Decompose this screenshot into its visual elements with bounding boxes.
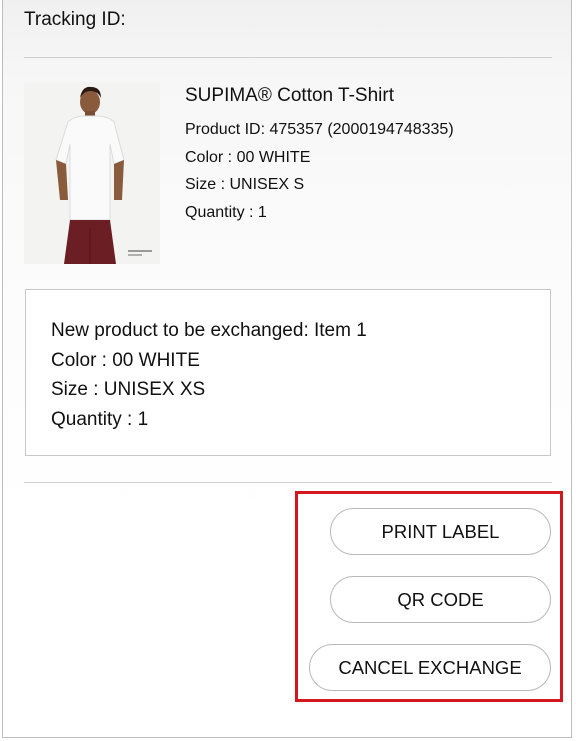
product-image xyxy=(24,82,160,264)
product-details: SUPIMA® Cotton T-Shirt Product ID: 47535… xyxy=(185,85,454,226)
product-id: Product ID: 475357 (2000194748335) xyxy=(185,121,454,138)
product-name: SUPIMA® Cotton T-Shirt xyxy=(185,85,394,106)
divider xyxy=(24,57,552,58)
exchange-product-box: New product to be exchanged: Item 1 Colo… xyxy=(25,289,551,456)
product-size: Size : UNISEX S xyxy=(185,176,305,193)
exchange-quantity: Quantity : 1 xyxy=(51,408,149,430)
exchange-color: Color : 00 WHITE xyxy=(51,349,200,371)
tracking-id-label: Tracking ID: xyxy=(24,9,126,30)
qr-code-button[interactable]: QR CODE xyxy=(330,576,551,623)
cancel-exchange-button[interactable]: CANCEL EXCHANGE xyxy=(309,644,551,691)
divider xyxy=(24,482,552,483)
product-photo-icon xyxy=(24,82,160,264)
print-label-button[interactable]: PRINT LABEL xyxy=(330,508,551,555)
product-color: Color : 00 WHITE xyxy=(185,148,311,166)
product-quantity: Quantity : 1 xyxy=(185,203,267,221)
exchange-heading: New product to be exchanged: Item 1 xyxy=(51,320,367,341)
exchange-size: Size : UNISEX XS xyxy=(51,379,206,400)
